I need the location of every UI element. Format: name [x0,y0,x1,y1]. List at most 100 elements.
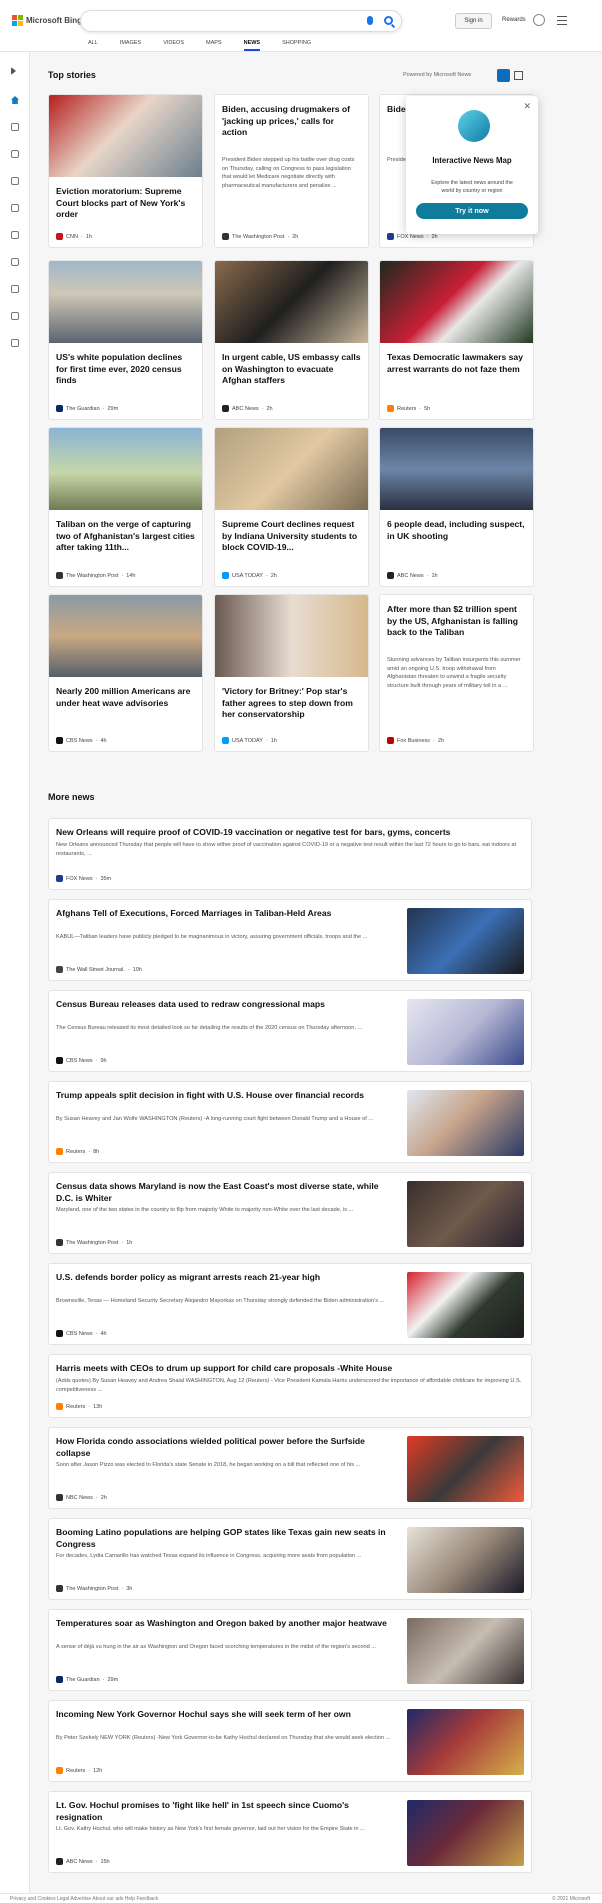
more-news-image[interactable] [407,1436,524,1502]
source-name[interactable]: CBS News [66,1058,93,1064]
source-name[interactable]: The Washington Post [66,1240,118,1246]
more-news-title[interactable]: Harris meets with CEOs to drum up suppor… [56,1363,523,1375]
news-card-title[interactable]: 'Victory for Britney:' Pop star's father… [222,686,361,721]
more-news-title[interactable]: How Florida condo associations wielded p… [56,1436,395,1459]
more-news-title[interactable]: Lt. Gov. Hochul promises to 'fight like … [56,1800,395,1823]
source-name[interactable]: The Guardian [66,1677,100,1683]
more-news-title[interactable]: Census data shows Maryland is now the Ea… [56,1181,395,1204]
source-name[interactable]: The Washington Post [66,1586,118,1592]
more-news-image[interactable] [407,1709,524,1775]
more-news-item[interactable]: How Florida condo associations wielded p… [48,1427,532,1509]
more-news-image[interactable] [407,1090,524,1156]
tab-all[interactable]: ALL [88,40,98,51]
more-news-title[interactable]: Booming Latino populations are helping G… [56,1527,395,1550]
rewards-link[interactable]: Rewards [502,17,526,23]
more-news-title[interactable]: Trump appeals split decision in fight wi… [56,1090,395,1102]
more-news-image[interactable] [407,908,524,974]
news-card-image[interactable] [49,95,202,177]
news-card-image[interactable] [215,261,368,343]
map-view-icon[interactable] [514,71,523,80]
tab-news[interactable]: NEWS [243,40,261,51]
news-card-title[interactable]: After more than $2 trillion spent by the… [387,604,526,639]
globe-icon[interactable] [11,204,19,212]
news-card[interactable]: Texas Democratic lawmakers say arrest wa… [379,260,534,420]
news-card-title[interactable]: Taliban on the verge of capturing two of… [56,519,195,554]
more-news-item[interactable]: Census data shows Maryland is now the Ea… [48,1172,532,1254]
more-news-title[interactable]: New Orleans will require proof of COVID-… [56,827,523,839]
source-name[interactable]: CBS News [66,738,93,744]
news-card-image[interactable] [49,428,202,510]
more-news-item[interactable]: Lt. Gov. Hochul promises to 'fight like … [48,1791,532,1873]
source-name[interactable]: The Wall Street Journal. [66,967,125,973]
news-card-title[interactable]: In urgent cable, US embassy calls on Was… [222,352,361,387]
more-news-item[interactable]: U.S. defends border policy as migrant ar… [48,1263,532,1345]
rocket-icon[interactable] [11,258,19,266]
expand-icon[interactable] [11,67,16,75]
news-card-title[interactable]: Texas Democratic lawmakers say arrest wa… [387,352,526,375]
tab-maps[interactable]: MAPS [206,40,222,51]
sign-in-button[interactable]: Sign in [455,13,492,29]
more-news-title[interactable]: Census Bureau releases data used to redr… [56,999,395,1011]
news-card[interactable]: US's white population declines for first… [48,260,203,420]
news-card-title[interactable]: Biden, accusing drugmakers of 'jacking u… [222,104,361,139]
more-news-image[interactable] [407,1618,524,1684]
news-card-image[interactable] [380,428,533,510]
flag-icon[interactable] [11,150,19,158]
bank-icon[interactable] [11,312,19,320]
source-name[interactable]: Reuters [66,1768,85,1774]
news-card[interactable]: After more than $2 trillion spent by the… [379,594,534,752]
news-card-title[interactable]: Nearly 200 million Americans are under h… [56,686,195,709]
more-news-item[interactable]: Temperatures soar as Washington and Oreg… [48,1609,532,1691]
news-card-title[interactable]: US's white population declines for first… [56,352,195,387]
news-card-title[interactable]: Supreme Court declines request by Indian… [222,519,361,554]
news-card-image[interactable] [380,261,533,343]
more-news-title[interactable]: Temperatures soar as Washington and Oreg… [56,1618,395,1630]
source-name[interactable]: The Washington Post [66,573,118,579]
news-card[interactable]: 'Victory for Britney:' Pop star's father… [214,594,369,752]
source-name[interactable]: Reuters [397,406,416,412]
more-news-image[interactable] [407,1527,524,1593]
more-news-item[interactable]: Afghans Tell of Executions, Forced Marri… [48,899,532,981]
more-news-image[interactable] [407,999,524,1065]
microphone-icon[interactable] [367,16,373,25]
source-name[interactable]: ABC News [232,406,259,412]
rewards-trophy-icon[interactable] [533,14,545,26]
source-name[interactable]: USA TODAY [232,738,263,744]
more-news-item[interactable]: Census Bureau releases data used to redr… [48,990,532,1072]
hamburger-menu-icon[interactable] [557,16,567,25]
news-card[interactable]: Taliban on the verge of capturing two of… [48,427,203,587]
grid-view-icon[interactable] [497,69,510,82]
try-it-now-button[interactable]: Try it now [416,203,528,219]
source-name[interactable]: Reuters [66,1404,85,1410]
news-card[interactable]: Eviction moratorium: Supreme Court block… [48,94,203,248]
more-news-item[interactable]: Harris meets with CEOs to drum up suppor… [48,1354,532,1418]
source-name[interactable]: USA TODAY [232,573,263,579]
more-news-title[interactable]: U.S. defends border policy as migrant ar… [56,1272,395,1284]
footer-links[interactable]: Privacy and Cookies Legal Advertise Abou… [10,1896,158,1902]
close-icon[interactable]: ✕ [523,101,531,112]
id-card-icon[interactable] [11,339,19,347]
film-icon[interactable] [11,285,19,293]
source-name[interactable]: The Washington Post [232,234,284,240]
bing-logo[interactable]: Microsoft Bing [12,15,82,26]
search-icon[interactable] [384,16,393,25]
search-input[interactable] [80,10,402,32]
news-card[interactable]: Nearly 200 million Americans are under h… [48,594,203,752]
news-card-image[interactable] [215,595,368,677]
more-news-title[interactable]: Afghans Tell of Executions, Forced Marri… [56,908,395,920]
news-card-image[interactable] [49,261,202,343]
news-card-title[interactable]: Eviction moratorium: Supreme Court block… [56,186,195,221]
more-news-title[interactable]: Incoming New York Governor Hochul says s… [56,1709,395,1721]
source-name[interactable]: ABC News [397,573,424,579]
source-name[interactable]: The Guardian [66,406,100,412]
source-name[interactable]: FOX News [66,876,93,882]
science-icon[interactable] [11,231,19,239]
more-news-item[interactable]: Booming Latino populations are helping G… [48,1518,532,1600]
location-pin-icon[interactable] [11,177,19,185]
home-icon[interactable] [11,96,19,104]
more-news-item[interactable]: New Orleans will require proof of COVID-… [48,818,532,890]
more-news-image[interactable] [407,1800,524,1866]
news-card[interactable]: Supreme Court declines request by Indian… [214,427,369,587]
tab-shopping[interactable]: SHOPPING [282,40,311,51]
source-name[interactable]: Fox Business [397,738,430,744]
